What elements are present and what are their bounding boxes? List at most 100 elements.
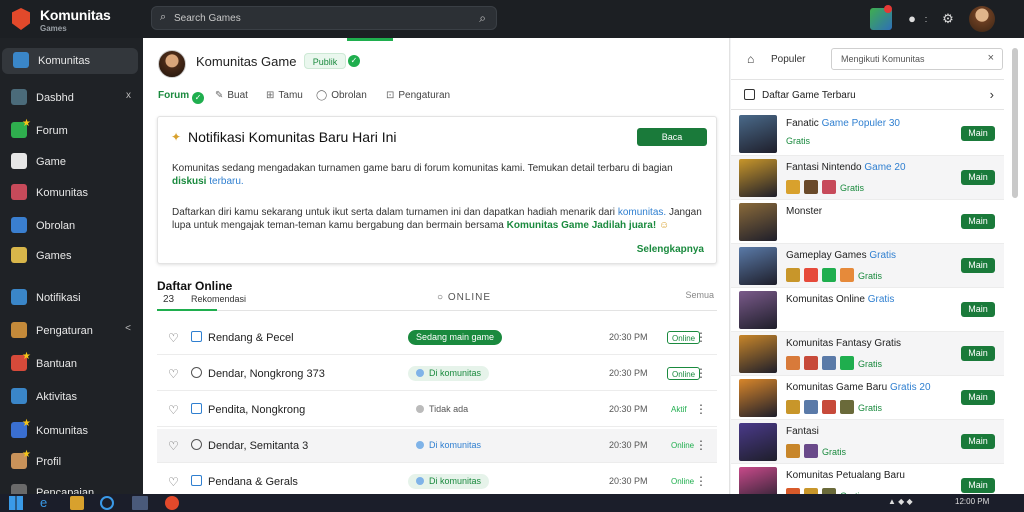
play-button[interactable]: Main bbox=[961, 170, 995, 185]
game-list-item[interactable]: Gameplay Games Gratis Gratis Main bbox=[731, 244, 1004, 288]
like-icon[interactable]: ♡ bbox=[168, 367, 179, 381]
sidebar-item[interactable]: Pencapaian bbox=[0, 480, 143, 494]
play-button[interactable]: Main bbox=[961, 434, 995, 449]
see-all-link[interactable]: Semua bbox=[685, 290, 714, 300]
search-bar[interactable]: ⌕ Search Games ⌕ bbox=[151, 6, 497, 30]
sidebar-item[interactable]: Game bbox=[0, 149, 143, 175]
tray-icons[interactable]: ▲ ◆ ◆ bbox=[888, 497, 913, 506]
play-button[interactable]: Main bbox=[961, 126, 995, 141]
sidebar-item[interactable]: Aktivitas bbox=[0, 384, 143, 410]
subtab[interactable]: ✎ Buat bbox=[215, 90, 248, 101]
row-select-icon[interactable] bbox=[191, 403, 202, 414]
sidebar-item[interactable]: Bantuan ★ bbox=[0, 351, 143, 377]
para2-link[interactable]: komunitas. bbox=[618, 207, 666, 218]
sidebar-item-chevron-icon[interactable]: < bbox=[125, 323, 131, 334]
clock[interactable]: 12:00 PM bbox=[955, 497, 989, 506]
firefox-icon[interactable] bbox=[165, 496, 179, 510]
more-icon[interactable]: ⋮ bbox=[695, 474, 707, 488]
para1-highlight[interactable]: diskusi bbox=[172, 176, 206, 187]
browser-icon[interactable]: e bbox=[40, 496, 54, 510]
play-button[interactable]: Main bbox=[961, 478, 995, 493]
row-select-icon[interactable] bbox=[191, 475, 202, 486]
tab-recommendation[interactable]: Rekomendasi bbox=[191, 294, 246, 304]
row-select-icon[interactable] bbox=[191, 331, 202, 342]
game-list-item[interactable]: Fanatic Game Populer 30 Gratis Main bbox=[731, 112, 1004, 156]
more-icon[interactable]: ⋮ bbox=[695, 438, 707, 452]
like-icon[interactable]: ♡ bbox=[168, 439, 179, 453]
subtab[interactable]: ⊞ Tamu bbox=[266, 90, 303, 101]
game-thumbnail[interactable] bbox=[739, 115, 777, 153]
app-icon[interactable] bbox=[100, 496, 114, 510]
table-row[interactable]: ♡ Dendar, Nongkrong 373 Di komunitas 20:30 … bbox=[157, 357, 717, 391]
game-list-header[interactable]: Daftar Game Terbaru › bbox=[731, 80, 1004, 110]
window-icon[interactable] bbox=[132, 496, 148, 510]
close-icon[interactable]: × bbox=[988, 52, 994, 64]
table-row[interactable]: ♡ Pendita, Nongkrong Tidak ada 20:30 PM Akti… bbox=[157, 393, 717, 427]
play-button[interactable]: Main bbox=[961, 258, 995, 273]
sidebar-item[interactable]: Dasbhd x bbox=[0, 85, 143, 111]
start-icon[interactable] bbox=[9, 496, 23, 510]
more-icon[interactable]: ⋮ bbox=[695, 402, 707, 416]
community-filter-input[interactable]: Mengikuti Komunitas × bbox=[831, 48, 1003, 70]
game-list-item[interactable]: Komunitas Game Baru Gratis 20 Gratis Main bbox=[731, 376, 1004, 420]
sidebar-item[interactable]: Notifikasi bbox=[0, 285, 143, 311]
sidebar-item-chevron-icon[interactable]: x bbox=[126, 90, 131, 101]
play-button[interactable]: Main bbox=[961, 302, 995, 317]
game-thumbnail[interactable] bbox=[739, 247, 777, 285]
sidebar-item[interactable]: Profil ★ bbox=[0, 449, 143, 475]
more-link[interactable]: Selengkapnya bbox=[637, 244, 704, 255]
sidebar-item[interactable]: Komunitas ★ bbox=[0, 418, 143, 444]
game-list-item[interactable]: Fantasi Nintendo Game 20 Gratis Main bbox=[731, 156, 1004, 200]
play-button[interactable]: Main bbox=[961, 346, 995, 361]
game-thumbnail[interactable] bbox=[739, 291, 777, 329]
game-thumbnail[interactable] bbox=[739, 423, 777, 461]
more-icon[interactable]: : bbox=[916, 9, 936, 29]
like-icon[interactable]: ♡ bbox=[168, 403, 179, 417]
game-list-item[interactable]: Fantasi Gratis Main bbox=[731, 420, 1004, 464]
game-list-item[interactable]: Komunitas Petualang BaruGratisMain bbox=[731, 464, 1004, 494]
sidebar-item[interactable]: Pengaturan < bbox=[0, 318, 143, 344]
subtab[interactable]: Forum ✓ bbox=[158, 90, 205, 104]
home-icon[interactable]: ⌂ bbox=[747, 52, 754, 66]
para2-highlight[interactable]: Komunitas Game bbox=[507, 220, 589, 231]
more-icon[interactable]: ⋮ bbox=[695, 330, 707, 344]
row-select-icon[interactable] bbox=[191, 367, 202, 378]
table-row[interactable]: ♡ Dendar, Semitanta 3 Di komunitas 20:30 PM… bbox=[157, 429, 717, 463]
sidebar-item[interactable]: Komunitas bbox=[2, 48, 138, 74]
search-input[interactable]: Search Games bbox=[174, 13, 241, 24]
folder-icon[interactable] bbox=[70, 496, 84, 510]
online-count[interactable]: 23 bbox=[163, 294, 174, 305]
table-row[interactable]: ♡ Rendang & Pecel Sedang main game 20:30 PM… bbox=[157, 321, 717, 355]
table-row[interactable]: ♡ Pendana & Gerals Di komunitas 20:30 PM Onl… bbox=[157, 465, 717, 494]
game-thumbnail[interactable] bbox=[739, 159, 777, 197]
subtab[interactable]: ◯ Obrolan bbox=[316, 90, 367, 101]
game-list-item[interactable]: Komunitas Fantasy Gratis Gratis Main bbox=[731, 332, 1004, 376]
checkbox-icon[interactable] bbox=[744, 89, 755, 100]
sidebar-item[interactable]: Obrolan bbox=[0, 213, 143, 239]
scrollbar[interactable] bbox=[1012, 48, 1020, 488]
more-icon[interactable]: ⋮ bbox=[695, 366, 707, 380]
subtab[interactable]: ⊡ Pengaturan bbox=[386, 90, 450, 101]
user-avatar[interactable] bbox=[969, 6, 995, 32]
game-thumbnail[interactable] bbox=[739, 379, 777, 417]
game-thumbnail[interactable] bbox=[739, 203, 777, 241]
like-icon[interactable]: ♡ bbox=[168, 475, 179, 489]
row-select-icon[interactable] bbox=[191, 439, 202, 450]
play-button[interactable]: Main bbox=[961, 390, 995, 405]
read-more-button[interactable]: Baca Selengkapnya bbox=[637, 128, 707, 160]
sidebar-item[interactable]: Forum ★ bbox=[0, 118, 143, 144]
game-thumbnail[interactable] bbox=[739, 467, 777, 494]
row-name: Dendar, Nongkrong 373 bbox=[208, 368, 325, 380]
game-list-item[interactable]: Komunitas Online Gratis Main bbox=[731, 288, 1004, 332]
play-button[interactable]: Main bbox=[961, 214, 995, 229]
tab-online[interactable]: ○ ONLINE bbox=[437, 292, 491, 303]
game-thumbnail[interactable] bbox=[739, 335, 777, 373]
like-icon[interactable]: ♡ bbox=[168, 331, 179, 345]
game-list-item[interactable]: Monster Main bbox=[731, 200, 1004, 244]
sidebar-item[interactable]: Komunitas bbox=[0, 180, 143, 206]
chevron-right-icon[interactable]: › bbox=[990, 87, 994, 102]
scrollbar-thumb[interactable] bbox=[1012, 48, 1018, 198]
sidebar-item[interactable]: Games bbox=[0, 243, 143, 269]
gear-icon[interactable]: ⚙ bbox=[938, 9, 958, 29]
search-submit-icon[interactable]: ⌕ bbox=[479, 11, 486, 26]
